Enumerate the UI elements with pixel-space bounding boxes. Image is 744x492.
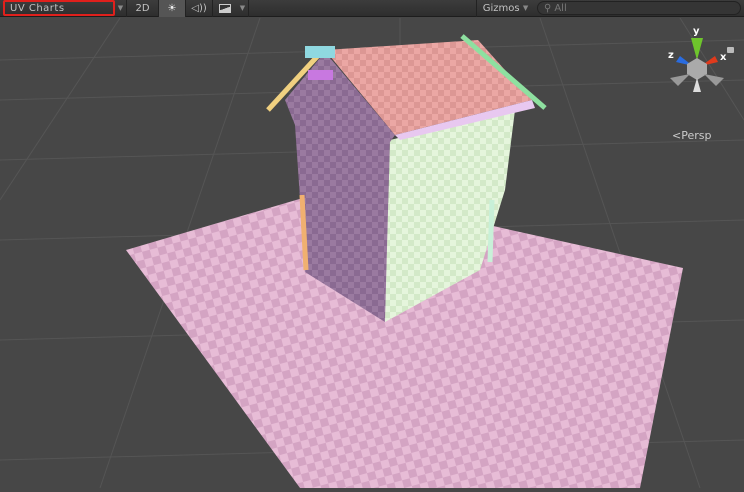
- projection-label: Persp: [681, 129, 712, 142]
- 2d-label: 2D: [135, 2, 150, 14]
- roof-block-cyan: [305, 46, 335, 58]
- post-right: [487, 199, 495, 263]
- search-input[interactable]: ⚲ All: [537, 1, 741, 15]
- 2d-toggle-button[interactable]: 2D: [127, 0, 159, 17]
- lock-icon[interactable]: [727, 47, 734, 53]
- search-placeholder: All: [554, 2, 567, 14]
- gizmos-dropdown[interactable]: Gizmos ▼: [476, 0, 534, 17]
- draw-mode-dropdown[interactable]: UV Charts: [3, 0, 115, 16]
- speaker-icon: ◁)): [191, 2, 207, 14]
- orientation-gizmo[interactable]: y z x: [660, 26, 734, 98]
- projection-toggle[interactable]: <Persp: [672, 129, 711, 142]
- audio-toggle-button[interactable]: ◁)): [186, 0, 213, 17]
- image-icon: [219, 3, 231, 13]
- gizmos-label: Gizmos: [482, 2, 520, 14]
- axis-z-label: z: [668, 50, 674, 61]
- effects-toggle-button[interactable]: [213, 0, 237, 17]
- search-icon: ⚲: [544, 2, 552, 14]
- effects-caret-icon[interactable]: ▼: [237, 0, 249, 17]
- draw-mode-label: UV Charts: [10, 2, 65, 14]
- scene-view[interactable]: y z x <Persp: [0, 17, 744, 489]
- axis-x-label: x: [720, 52, 727, 63]
- draw-mode-caret-icon[interactable]: ▼: [115, 0, 127, 17]
- axis-y-label: y: [693, 26, 700, 37]
- scene-toolbar: UV Charts ▼ 2D ☀ ◁)) ▼ Gizmos ▼ ⚲ All: [0, 0, 744, 17]
- roof-block-violet: [308, 70, 333, 80]
- lighting-toggle-button[interactable]: ☀: [159, 0, 186, 17]
- sun-icon: ☀: [167, 2, 177, 14]
